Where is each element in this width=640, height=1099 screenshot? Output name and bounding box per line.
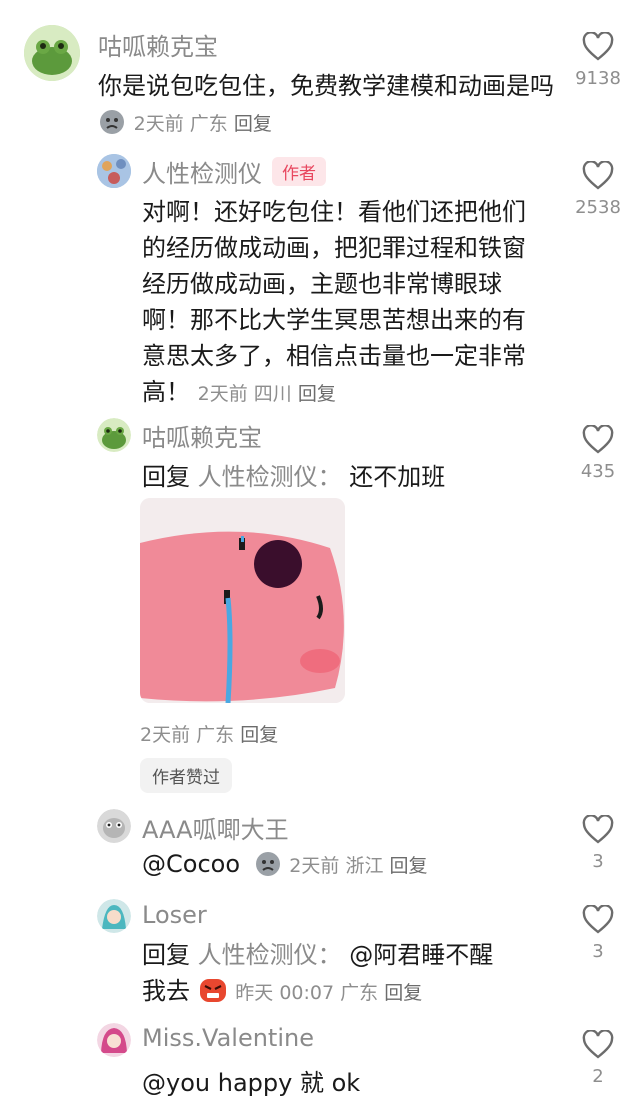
mention-link[interactable]: @阿君睡不醒	[349, 941, 493, 969]
comment-time: 2天前	[133, 113, 184, 135]
heart-outline-icon	[582, 904, 614, 934]
comment-username[interactable]: Miss.Valentine	[142, 1024, 314, 1052]
author-badge: 作者	[272, 157, 326, 186]
heart-outline-icon	[582, 424, 614, 454]
avatar[interactable]	[24, 25, 80, 81]
like-count: 2	[592, 1066, 604, 1087]
reply-prefix: 回复	[142, 941, 190, 969]
comment-text-content: 对啊！还好吃包住！看他们还把他们的经历做成动画，把犯罪过程和铁窗经历做成动画，主…	[142, 198, 526, 406]
comment-text-content: 我去	[142, 977, 190, 1005]
sad-face-emoji	[254, 849, 282, 883]
comment-location: 四川	[253, 383, 292, 405]
comment-username[interactable]: AAA呱唧大王	[142, 810, 289, 845]
comment-text: 回复 人性检测仪： 还不加班	[142, 457, 445, 492]
avatar-image	[97, 154, 131, 188]
avatar-image	[97, 1023, 131, 1057]
sad-face-emoji	[98, 107, 126, 145]
reply-prefix: 回复	[142, 463, 190, 491]
comment-text: 你是说包吃包住，免费教学建模和动画是吗 2天前 广东 回复	[98, 68, 558, 145]
like-button[interactable]: 2538	[568, 160, 628, 218]
comment-time: 2天前	[140, 724, 191, 746]
author-liked-badge: 作者赞过	[140, 758, 232, 793]
comment-username-text[interactable]: 人性检测仪	[142, 160, 262, 188]
reply-target[interactable]: 人性检测仪：	[198, 463, 342, 491]
reply-target[interactable]: 人性检测仪：	[198, 941, 342, 969]
like-button[interactable]: 9138	[568, 31, 628, 89]
angry-face-emoji	[198, 976, 228, 1014]
like-button[interactable]: 3	[568, 814, 628, 872]
comment-time: 2天前	[197, 383, 248, 405]
like-count: 3	[592, 851, 604, 872]
like-button[interactable]: 2	[568, 1029, 628, 1087]
frog-avatar-icon	[24, 25, 80, 81]
comment-text-content: @you happy 就 ok	[142, 1069, 361, 1097]
avatar[interactable]	[97, 418, 131, 452]
reply-button[interactable]: 回复	[240, 724, 278, 746]
comment-location: 浙江	[345, 855, 384, 877]
frog-avatar-icon	[97, 418, 131, 452]
comment-location: 广东	[196, 724, 235, 746]
reply-button[interactable]: 回复	[384, 982, 422, 1004]
comment-image[interactable]	[140, 498, 345, 703]
heart-outline-icon	[582, 1029, 614, 1059]
like-button[interactable]: 3	[568, 904, 628, 962]
comment-text-content: 你是说包吃包住，免费教学建模和动画是吗	[98, 72, 554, 100]
reply-button[interactable]: 回复	[234, 113, 272, 135]
like-button[interactable]: 435	[568, 424, 628, 482]
comment-username[interactable]: 咕呱赖克宝	[98, 27, 218, 62]
like-count: 2538	[575, 197, 621, 218]
avatar[interactable]	[97, 899, 131, 933]
like-count: 3	[592, 941, 604, 962]
heart-outline-icon	[582, 814, 614, 844]
comment-text: 对啊！还好吃包住！看他们还把他们的经历做成动画，把犯罪过程和铁窗经历做成动画，主…	[142, 194, 542, 412]
avatar[interactable]	[97, 809, 131, 843]
reply-button[interactable]: 回复	[390, 855, 428, 877]
comment-text: @Cocoo 2天前 浙江 回复	[142, 849, 428, 883]
comment-text-content: 还不加班	[349, 463, 446, 491]
comment-location: 广东	[340, 982, 379, 1004]
comment-time: 2天前	[289, 855, 340, 877]
avatar-image	[97, 899, 131, 933]
comment-username: 人性检测仪 作者	[142, 154, 326, 189]
avatar[interactable]	[97, 154, 131, 188]
avatar[interactable]	[97, 1023, 131, 1057]
comment-time: 昨天 00:07	[235, 982, 335, 1004]
crying-pink-character-image	[140, 498, 345, 703]
comment-username[interactable]: 咕呱赖克宝	[142, 418, 262, 453]
comment-text: 回复 人性检测仪： @阿君睡不醒 我去 昨天 00:07 广东 回复	[142, 937, 562, 1014]
comment-username[interactable]: Loser	[142, 901, 207, 929]
heart-outline-icon	[582, 160, 614, 190]
like-count: 9138	[575, 68, 621, 89]
reply-button[interactable]: 回复	[298, 383, 336, 405]
avatar-image	[97, 809, 131, 843]
like-count: 435	[580, 461, 616, 482]
heart-outline-icon	[582, 31, 614, 61]
comment-text-content[interactable]: @Cocoo	[142, 850, 240, 878]
comment-text: @you happy 就 ok	[142, 1063, 360, 1098]
comment-location: 广东	[189, 113, 228, 135]
